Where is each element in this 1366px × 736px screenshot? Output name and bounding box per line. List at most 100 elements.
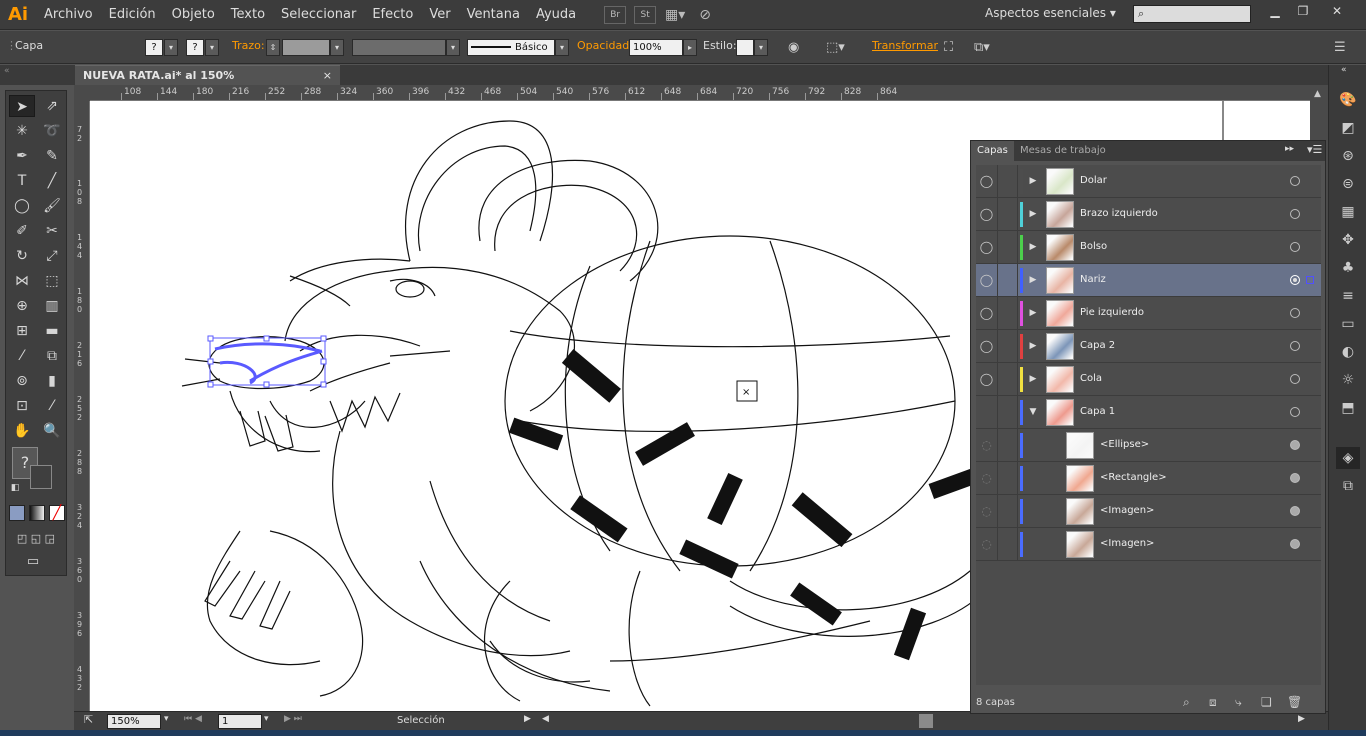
gradient-tool-icon[interactable]: ▬ xyxy=(39,320,65,342)
expand-layer-icon[interactable]: ▶ xyxy=(1027,198,1039,230)
menu-4[interactable]: Seleccionar xyxy=(273,0,364,30)
selection-tool-icon[interactable]: ➤ xyxy=(9,95,35,117)
visibility-eye-icon[interactable]: ◯ xyxy=(976,297,998,329)
menu-3[interactable]: Texto xyxy=(223,0,273,30)
perspective-grid-tool-icon[interactable]: ▥ xyxy=(39,295,65,317)
lock-toggle[interactable] xyxy=(998,429,1018,461)
graphic-style-swatch[interactable] xyxy=(736,39,754,56)
layer-row[interactable]: ◯ ▶ Bolso xyxy=(976,231,1321,264)
visibility-eye-icon[interactable]: ◯ xyxy=(976,165,998,197)
lock-toggle[interactable] xyxy=(998,198,1018,230)
tab-layers[interactable]: Capas xyxy=(971,141,1014,161)
layer-row[interactable]: ◯ ▶ Cola xyxy=(976,363,1321,396)
color-themes-icon[interactable]: ⊜ xyxy=(1336,173,1360,195)
horizontal-scroll-thumb[interactable] xyxy=(919,714,933,728)
scroll-up-icon[interactable]: ▲ xyxy=(1314,89,1321,99)
visibility-eye-icon[interactable]: ◌ xyxy=(976,528,998,560)
horizontal-ruler[interactable]: 108 144 180 216 252 288 324 360 396 432 468 504 540 5… xyxy=(90,85,1310,101)
lock-toggle[interactable] xyxy=(998,165,1018,197)
target-appearance-icon[interactable] xyxy=(1290,539,1300,549)
line-segment-tool-icon[interactable]: ╱ xyxy=(39,170,65,192)
visibility-eye-icon[interactable]: ◯ xyxy=(976,264,998,296)
visibility-eye-icon[interactable] xyxy=(976,396,998,428)
select-similar-icon[interactable]: ⧉▾ xyxy=(974,40,990,55)
artboard-navigation-icon[interactable]: ⇱ xyxy=(84,713,93,726)
graphic-styles-icon[interactable]: ⬒ xyxy=(1336,397,1360,419)
target-appearance-icon[interactable] xyxy=(1290,407,1300,417)
lock-toggle[interactable] xyxy=(998,396,1018,428)
brush-dropdown[interactable]: ▾ xyxy=(555,39,569,56)
expand-layer-icon[interactable]: ▶ xyxy=(1027,330,1039,362)
control-panel-menu-icon[interactable]: ☰ xyxy=(1334,40,1346,55)
new-layer-icon[interactable]: ❏ xyxy=(1261,695,1272,709)
bridge-icon[interactable]: Br xyxy=(604,5,627,24)
recolor-icon[interactable]: ⊛ xyxy=(1336,145,1360,167)
selection-indicator[interactable] xyxy=(1306,276,1314,284)
stroke-panel-icon[interactable]: ≡ xyxy=(1336,285,1360,307)
type-tool-icon[interactable]: T xyxy=(9,170,35,192)
collapse-layer-icon[interactable]: ▼ xyxy=(1027,396,1039,428)
symbol-sprayer-tool-icon[interactable]: ⊚ xyxy=(9,370,35,392)
variable-width-dropdown[interactable]: ▾ xyxy=(446,39,460,56)
minimize-button[interactable]: ▁ xyxy=(1262,3,1288,19)
layer-row[interactable]: ◌ <Imagen> xyxy=(976,528,1321,561)
stroke-swatch-large[interactable] xyxy=(30,465,52,489)
menu-7[interactable]: Ventana xyxy=(459,0,528,30)
first-artboard-icon[interactable]: ⏮ ◀ xyxy=(184,714,202,724)
layer-row[interactable]: ◯ ▶ Nariz xyxy=(976,264,1321,297)
gradient-panel-icon[interactable]: ▭ xyxy=(1336,313,1360,335)
artboard-number-input[interactable]: 1 xyxy=(218,714,262,729)
menu-5[interactable]: Efecto xyxy=(364,0,421,30)
target-appearance-icon[interactable] xyxy=(1290,242,1300,252)
symbols-icon[interactable]: ♣ xyxy=(1336,257,1360,279)
status-menu-icon[interactable]: ▶ xyxy=(524,714,531,724)
tab-artboards[interactable]: Mesas de trabajo xyxy=(1020,144,1106,158)
collapse-toolbar-icon[interactable]: « xyxy=(4,66,10,76)
target-appearance-icon[interactable] xyxy=(1290,341,1300,351)
lock-toggle[interactable] xyxy=(998,264,1018,296)
column-graph-tool-icon[interactable]: ▮ xyxy=(39,370,65,392)
layer-name[interactable]: <Rectangle> xyxy=(1100,462,1167,494)
delete-layer-icon[interactable]: 🗑 xyxy=(1287,695,1302,709)
screen-mode-icon[interactable]: ▭ xyxy=(20,553,46,571)
artboards-panel-icon[interactable]: ⧉ xyxy=(1336,475,1360,497)
fill-swatch[interactable]: ? xyxy=(145,39,163,56)
none-mode-icon[interactable]: ╱ xyxy=(49,505,65,521)
layer-name[interactable]: Capa 1 xyxy=(1080,396,1115,428)
scissors-tool-icon[interactable]: ✂ xyxy=(39,220,65,242)
menu-1[interactable]: Edición xyxy=(101,0,164,30)
brushes-icon[interactable]: ✥ xyxy=(1336,229,1360,251)
layer-row[interactable]: ◌ <Imagen> xyxy=(976,495,1321,528)
visibility-eye-icon[interactable]: ◌ xyxy=(976,429,998,461)
target-appearance-icon[interactable] xyxy=(1290,440,1300,450)
transparency-icon[interactable]: ◐ xyxy=(1336,341,1360,363)
layers-panel-menu-icon[interactable]: ▾☰ xyxy=(1307,143,1322,156)
expand-layer-icon[interactable]: ▶ xyxy=(1027,231,1039,263)
scroll-left-icon[interactable]: ◀ xyxy=(542,714,549,724)
target-appearance-icon[interactable] xyxy=(1290,275,1300,285)
lock-toggle[interactable] xyxy=(998,297,1018,329)
scale-tool-icon[interactable]: ⤢ xyxy=(39,245,65,267)
color-mode-icon[interactable] xyxy=(9,505,25,521)
lock-toggle[interactable] xyxy=(998,495,1018,527)
curvature-tool-icon[interactable]: ✎ xyxy=(39,145,65,167)
layer-name[interactable]: Brazo izquierdo xyxy=(1080,198,1158,230)
new-sublayer-icon[interactable]: ⤷ xyxy=(1235,695,1242,710)
target-appearance-icon[interactable] xyxy=(1290,506,1300,516)
visibility-eye-icon[interactable]: ◯ xyxy=(976,231,998,263)
free-transform-tool-icon[interactable]: ⬚ xyxy=(39,270,65,292)
layer-name[interactable]: <Ellipse> xyxy=(1100,429,1149,461)
layer-row[interactable]: ◯ ▶ Capa 2 xyxy=(976,330,1321,363)
layer-row[interactable]: ◯ ▶ Brazo izquierdo xyxy=(976,198,1321,231)
zoom-tool-icon[interactable]: 🔍 xyxy=(39,420,65,442)
menu-8[interactable]: Ayuda xyxy=(528,0,584,30)
paintbrush-tool-icon[interactable]: 🖌 xyxy=(39,195,65,217)
opacity-slider-toggle[interactable]: ▸ xyxy=(683,39,697,56)
align-options-icon[interactable]: ⬚▾ xyxy=(826,40,845,55)
layer-name[interactable]: Pie izquierdo xyxy=(1080,297,1144,329)
close-document-icon[interactable]: × xyxy=(323,66,332,85)
ellipse-tool-icon[interactable]: ◯ xyxy=(9,195,35,217)
layer-row[interactable]: ◯ ▶ Pie izquierdo xyxy=(976,297,1321,330)
zoom-dropdown-icon[interactable]: ▾ xyxy=(164,714,169,724)
isolate-object-icon[interactable]: ⛶ xyxy=(944,40,953,55)
